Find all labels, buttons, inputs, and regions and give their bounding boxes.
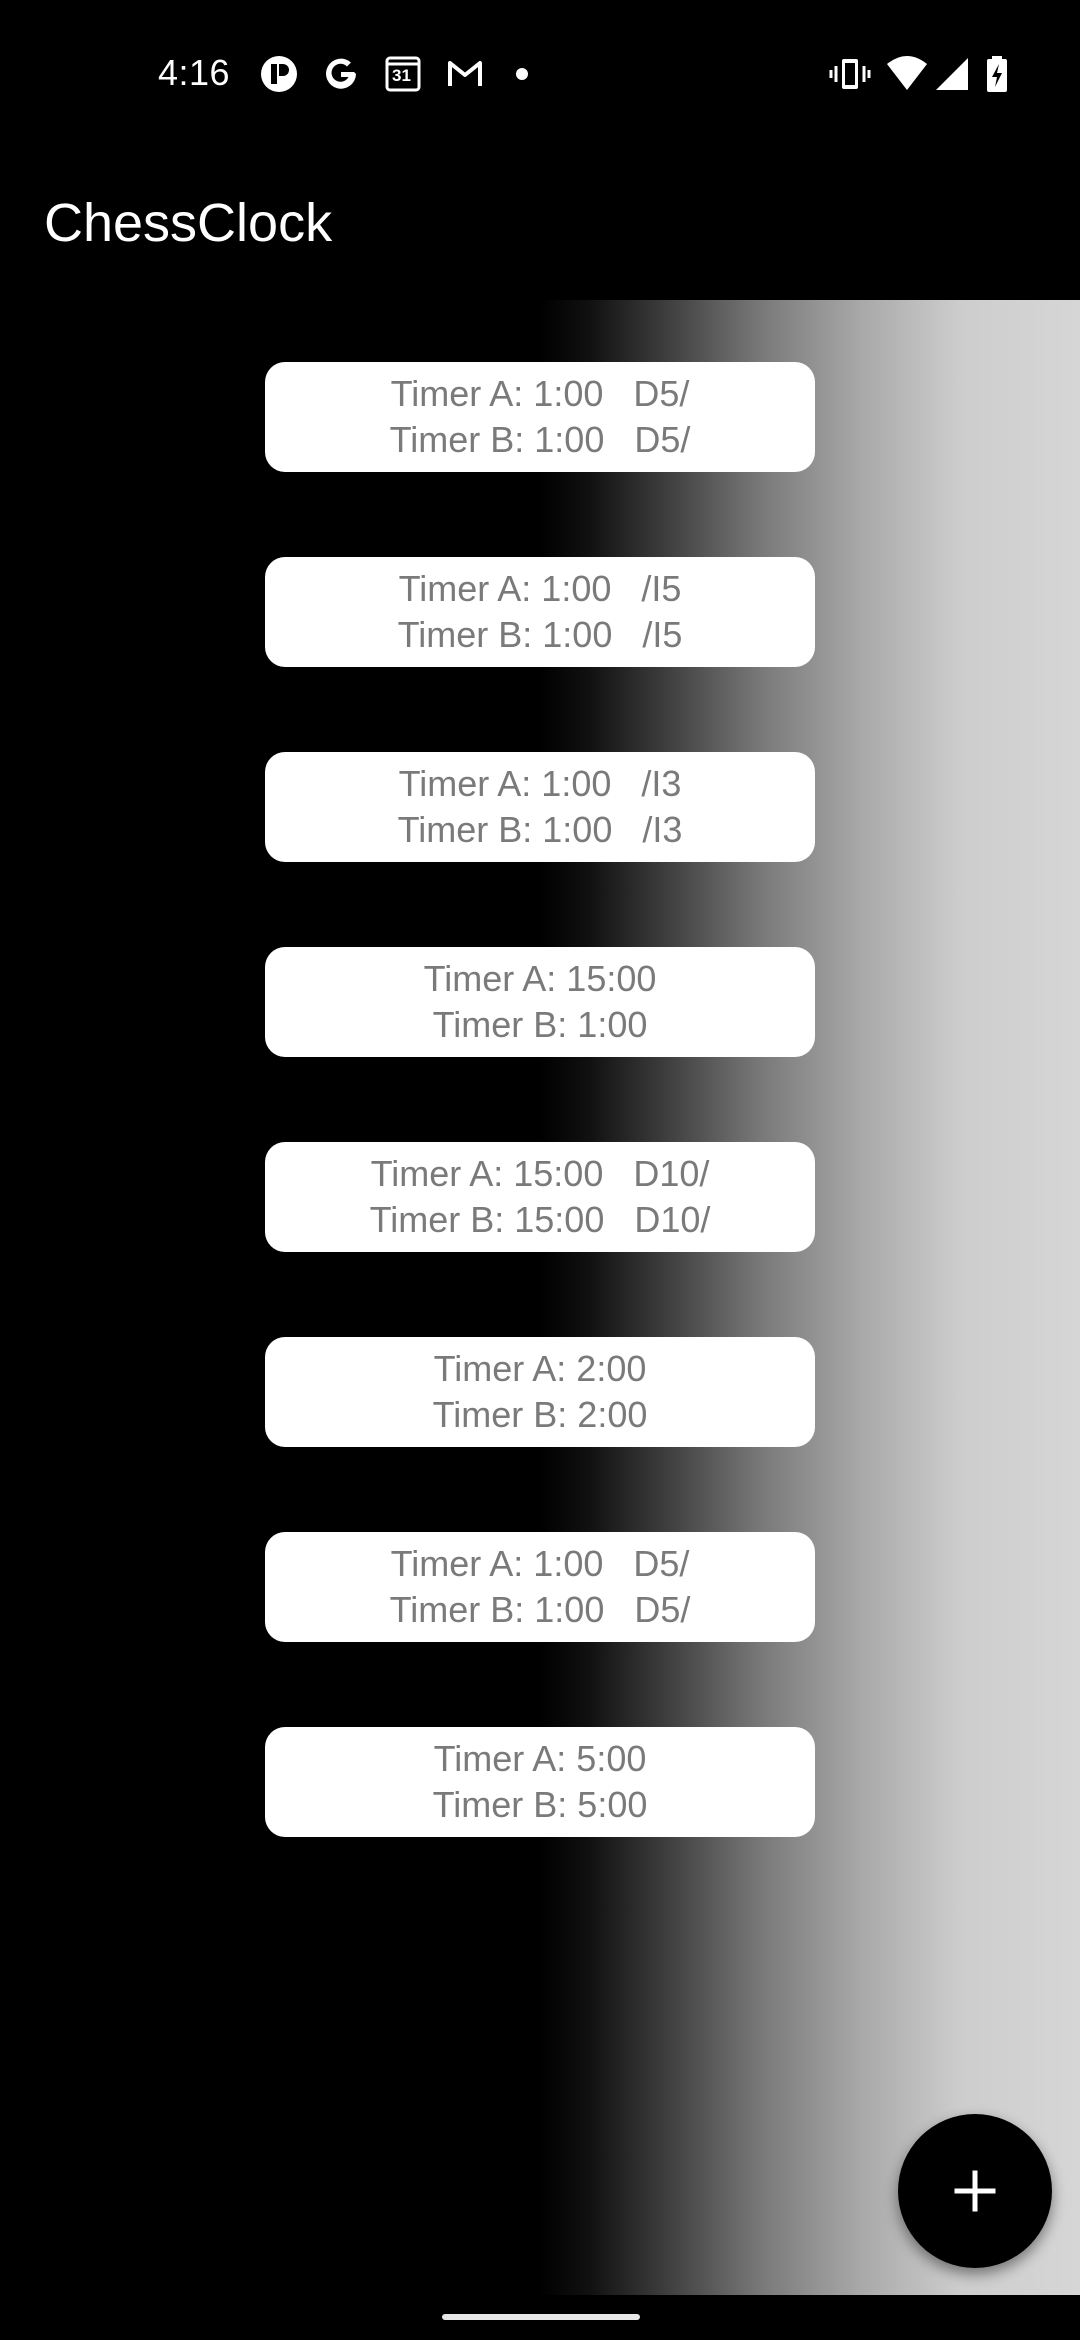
timer-preset-card[interactable]: Timer A: 1:00 D5/ Timer B: 1:00 D5/ bbox=[265, 362, 815, 472]
app-notification-icon bbox=[258, 54, 300, 94]
timer-list-area[interactable]: Timer A: 1:00 D5/ Timer B: 1:00 D5/ Time… bbox=[0, 300, 1080, 2295]
home-gesture-handle[interactable] bbox=[442, 2314, 640, 2320]
timer-b-label: Timer B: 1:00 D5/ bbox=[389, 419, 691, 460]
timer-preset-card[interactable]: Timer A: 1:00 /I5 Timer B: 1:00 /I5 bbox=[265, 557, 815, 667]
navigation-bar bbox=[0, 2295, 1080, 2340]
timer-a-label: Timer A: 1:00 /I5 bbox=[398, 568, 682, 609]
timer-a-label: Timer A: 1:00 /I3 bbox=[398, 763, 682, 804]
cellular-signal-icon bbox=[932, 54, 972, 94]
timer-a-label: Timer A: 1:00 D5/ bbox=[390, 1543, 690, 1584]
timer-b-label: Timer B: 1:00 /I5 bbox=[397, 614, 683, 655]
timer-a-label: Timer A: 2:00 bbox=[433, 1348, 647, 1389]
timer-b-label: Timer B: 15:00 D10/ bbox=[369, 1199, 711, 1240]
timer-preset-card[interactable]: Timer A: 1:00 D5/ Timer B: 1:00 D5/ bbox=[265, 1532, 815, 1642]
app-title: ChessClock bbox=[44, 193, 333, 253]
timer-b-label: Timer B: 1:00 D5/ bbox=[389, 1589, 691, 1630]
timer-a-label: Timer A: 1:00 D5/ bbox=[390, 373, 690, 414]
google-icon bbox=[320, 54, 362, 94]
vibrate-icon bbox=[828, 54, 872, 94]
timer-preset-card[interactable]: Timer A: 15:00 Timer B: 1:00 bbox=[265, 947, 815, 1057]
dot-icon bbox=[512, 54, 532, 94]
timer-b-label: Timer B: 1:00 bbox=[432, 1004, 648, 1045]
timer-preset-card[interactable]: Timer A: 15:00 D10/ Timer B: 15:00 D10/ bbox=[265, 1142, 815, 1252]
add-timer-button[interactable] bbox=[898, 2114, 1052, 2268]
timer-preset-card[interactable]: Timer A: 2:00 Timer B: 2:00 bbox=[265, 1337, 815, 1447]
timer-b-label: Timer B: 1:00 /I3 bbox=[397, 809, 683, 850]
battery-charging-icon bbox=[982, 54, 1012, 94]
status-bar: 4:16 31 bbox=[0, 0, 1080, 150]
timer-preset-card[interactable]: Timer A: 1:00 /I3 Timer B: 1:00 /I3 bbox=[265, 752, 815, 862]
wifi-icon bbox=[884, 54, 930, 94]
timer-preset-card[interactable]: Timer A: 5:00 Timer B: 5:00 bbox=[265, 1727, 815, 1837]
calendar-icon: 31 bbox=[382, 54, 424, 94]
timer-a-label: Timer A: 5:00 bbox=[433, 1738, 647, 1779]
app-bar: ChessClock bbox=[0, 150, 1080, 300]
timer-a-label: Timer A: 15:00 D10/ bbox=[370, 1153, 710, 1194]
timer-b-label: Timer B: 5:00 bbox=[432, 1784, 648, 1825]
plus-icon bbox=[953, 2169, 997, 2213]
status-time: 4:16 bbox=[158, 52, 231, 93]
gmail-icon bbox=[444, 54, 486, 94]
timer-b-label: Timer B: 2:00 bbox=[432, 1394, 648, 1435]
calendar-day: 31 bbox=[392, 66, 411, 85]
timer-a-label: Timer A: 15:00 bbox=[423, 958, 657, 999]
